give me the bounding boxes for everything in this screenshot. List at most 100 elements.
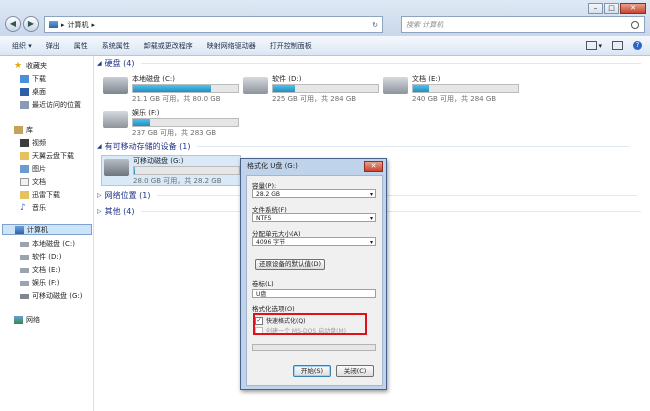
drive-tile-e[interactable]: 文档 (E:) 240 GB 可用，共 284 GB	[383, 74, 523, 104]
nav-item-desktop[interactable]: 桌面	[20, 87, 46, 97]
search-input[interactable]: 搜索 计算机	[402, 20, 443, 30]
dialog-close-button[interactable]: ✕	[364, 161, 383, 172]
minimize-button[interactable]: –	[588, 3, 603, 14]
close-dialog-button[interactable]: 关闭(C)	[336, 365, 374, 377]
drive-tile-c[interactable]: 本地磁盘 (C:) 21.1 GB 可用，共 80.0 GB	[103, 74, 243, 104]
search-icon	[631, 20, 639, 29]
refresh-icon[interactable]: ↻	[372, 21, 378, 29]
filesystem-select[interactable]: NTFS ▾	[252, 213, 376, 222]
back-button[interactable]: ◀	[5, 16, 21, 32]
network-icon	[14, 316, 23, 324]
toolbar-system-properties[interactable]: 系统属性	[95, 41, 137, 51]
chevron-down-icon: ▾	[369, 191, 373, 198]
nav-libraries[interactable]: 库	[14, 125, 33, 135]
format-dialog: 格式化 U盘 (G:) ✕ 容量(P): 28.2 GB ▾ 文件系统(F) NT…	[240, 158, 387, 390]
nav-network[interactable]: 网络	[14, 315, 40, 325]
document-icon	[20, 178, 29, 186]
arrow-right-icon: ▶	[27, 19, 35, 28]
nav-item-drive-d[interactable]: 软件 (D:)	[20, 252, 61, 262]
library-icon	[14, 126, 23, 134]
dialog-body: 容量(P): 28.2 GB ▾ 文件系统(F) NTFS ▾ 分配单元大小(A) …	[246, 175, 383, 386]
nav-item-drive-f[interactable]: 娱乐 (F:)	[20, 278, 60, 288]
nav-item-drive-g[interactable]: 可移动磁盘 (G:)	[20, 291, 82, 301]
nav-item-documents[interactable]: 文档	[20, 177, 46, 187]
view-icon[interactable]	[586, 41, 598, 50]
recent-places-icon	[20, 101, 29, 109]
format-progress-bar	[252, 344, 376, 351]
group-header-removable[interactable]: ◢ 有可移动存储的设备 (1)	[97, 141, 629, 152]
nav-item-downloads[interactable]: 下载	[20, 74, 46, 84]
chevron-down-icon: ▾	[369, 215, 373, 222]
collapse-arrow-icon: ◢	[97, 143, 102, 150]
nav-computer[interactable]: 计算机	[2, 224, 92, 235]
usb-drive-icon	[20, 293, 29, 299]
nav-favorites[interactable]: ★ 收藏夹	[14, 61, 47, 71]
address-separator-2: ▸	[91, 20, 96, 29]
nav-item-tianyi[interactable]: 天翼云盘下载	[20, 151, 74, 161]
toolbar-control-panel[interactable]: 打开控制面板	[263, 41, 319, 51]
nav-item-recent[interactable]: 最近访问的位置	[20, 100, 81, 110]
arrow-left-icon: ◀	[9, 19, 17, 28]
address-separator: ▸	[61, 20, 65, 29]
folder-icon	[20, 191, 29, 199]
highlight-box	[253, 313, 367, 335]
drive-usage-bar	[412, 84, 519, 93]
volume-label-input[interactable]: U盘	[252, 289, 376, 298]
toolbar-organize[interactable]: 组织 ▾	[0, 41, 39, 51]
window-controls: – □ ✕	[587, 3, 646, 14]
chevron-down-icon: ▾	[369, 239, 373, 246]
expand-arrow-icon: ▷	[97, 192, 102, 199]
computer-icon	[15, 225, 24, 234]
drive-usage-bar	[133, 166, 240, 175]
preview-pane-icon[interactable]	[612, 41, 623, 50]
nav-item-drive-c[interactable]: 本地磁盘 (C:)	[20, 239, 75, 249]
toolbar-uninstall[interactable]: 卸载或更改程序	[137, 41, 200, 51]
drive-icon	[20, 280, 29, 286]
navigation-pane: ★ 收藏夹 下载 桌面 最近访问的位置 库 视频 天翼云盘下载 图片 文档 迅雷下…	[0, 56, 94, 411]
desktop-icon	[20, 88, 29, 96]
collapse-arrow-icon: ◢	[97, 60, 102, 67]
format-options-label: 格式化选项(O)	[252, 305, 295, 313]
computer-icon	[49, 21, 58, 28]
toolbar-map-drive[interactable]: 映射网络驱动器	[200, 41, 263, 51]
drive-icon	[20, 241, 29, 247]
system-drive-icon	[103, 77, 128, 94]
star-icon: ★	[14, 61, 23, 71]
view-menu-arrow[interactable]: ▾	[598, 42, 602, 50]
toolbar-eject[interactable]: 弹出	[39, 41, 67, 51]
drive-icon	[243, 77, 268, 94]
nav-item-xunlei[interactable]: 迅雷下载	[20, 190, 60, 200]
drive-tile-f[interactable]: 娱乐 (F:) 237 GB 可用，共 283 GB	[103, 108, 243, 138]
toolbar-properties[interactable]: 属性	[67, 41, 95, 51]
video-icon	[20, 139, 29, 147]
nav-item-music[interactable]: ♪ 音乐	[20, 203, 46, 213]
folder-icon	[20, 152, 29, 160]
search-box[interactable]: 搜索 计算机	[401, 16, 645, 33]
address-location[interactable]: 计算机	[68, 20, 89, 30]
address-bar[interactable]: ▸ 计算机 ▸ ↻	[44, 16, 383, 33]
forward-button[interactable]: ▶	[23, 16, 39, 32]
help-icon[interactable]: ?	[633, 41, 642, 50]
download-folder-icon	[20, 75, 29, 83]
nav-item-videos[interactable]: 视频	[20, 138, 46, 148]
drive-usage-bar	[272, 84, 379, 93]
drive-usage-bar	[132, 118, 239, 127]
capacity-select[interactable]: 28.2 GB ▾	[252, 189, 376, 198]
usb-drive-icon	[104, 159, 129, 176]
volume-label: 卷标(L)	[252, 280, 274, 288]
nav-item-pictures[interactable]: 图片	[20, 164, 46, 174]
drive-icon	[20, 267, 29, 273]
drive-tile-g[interactable]: 可移动磁盘 (G:) 28.0 GB 可用，共 28.2 GB	[101, 155, 241, 186]
allocation-select[interactable]: 4096 字节 ▾	[252, 237, 376, 246]
drive-tile-d[interactable]: 软件 (D:) 225 GB 可用，共 284 GB	[243, 74, 383, 104]
maximize-button[interactable]: □	[604, 3, 619, 14]
nav-item-drive-e[interactable]: 文档 (E:)	[20, 265, 60, 275]
picture-icon	[20, 165, 29, 173]
expand-arrow-icon: ▷	[97, 208, 102, 215]
command-toolbar: 组织 ▾ 弹出 属性 系统属性 卸载或更改程序 映射网络驱动器 打开控制面板 ▾…	[0, 36, 650, 56]
group-header-hdd[interactable]: ◢ 硬盘 (4)	[97, 58, 641, 69]
restore-defaults-button[interactable]: 还原设备的默认值(D)	[255, 259, 325, 270]
drive-icon	[103, 111, 128, 128]
close-window-button[interactable]: ✕	[620, 3, 646, 14]
start-button[interactable]: 开始(S)	[293, 365, 331, 377]
